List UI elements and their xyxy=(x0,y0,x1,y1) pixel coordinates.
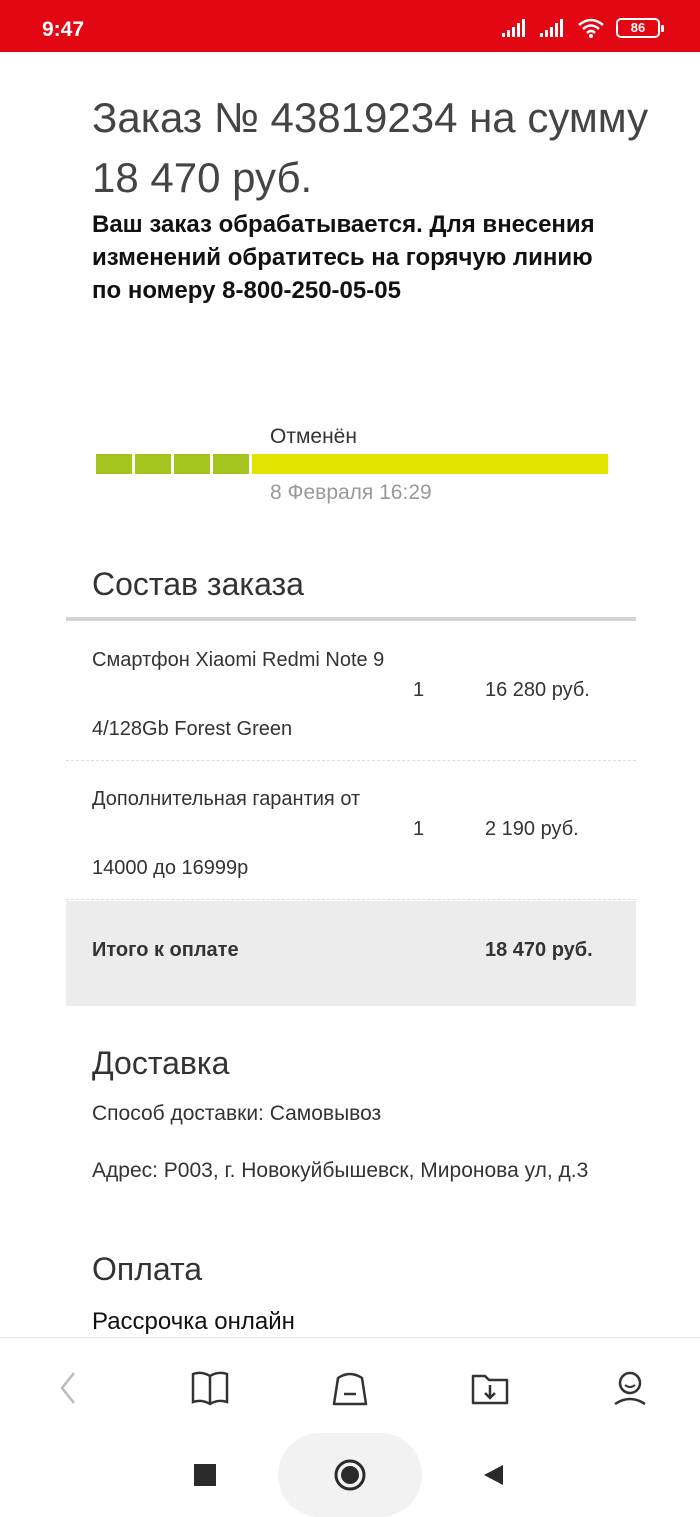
order-progress-bar xyxy=(96,454,608,474)
downloads-folder-icon[interactable] xyxy=(468,1366,512,1410)
order-note: Ваш заказ обрабатывается. Для внесения и… xyxy=(92,211,595,304)
total-label: Итого к оплате xyxy=(92,939,239,961)
order-status-date: 8 Февраля 16:29 xyxy=(270,481,432,504)
item-quantity: 1 xyxy=(413,818,425,840)
system-navigation xyxy=(0,1433,700,1517)
delivery-title: Доставка xyxy=(92,1045,230,1081)
cart-icon[interactable] xyxy=(328,1366,372,1410)
recent-apps-icon[interactable] xyxy=(190,1460,220,1490)
status-bar: 9:47 86 xyxy=(0,0,700,52)
signal-icon xyxy=(502,19,525,37)
composition-title: Состав заказа xyxy=(92,566,304,602)
home-icon[interactable] xyxy=(332,1457,368,1493)
order-item: Смартфон Xiaomi Redmi Note 9 4/128Gb For… xyxy=(66,623,636,761)
item-name: Смартфон Xiaomi Redmi Note 9 4/128Gb For… xyxy=(92,643,402,746)
item-name-line: 4/128Gb Forest Green xyxy=(92,718,293,740)
progress-segment xyxy=(135,454,171,474)
progress-segment xyxy=(96,454,132,474)
item-name-line: Дополнительная гарантия от xyxy=(92,788,361,810)
battery-indicator: 86 xyxy=(616,18,664,38)
item-price: 16 280 руб. xyxy=(485,679,590,701)
back-icon[interactable] xyxy=(46,1366,90,1410)
order-title: Заказ № 43819234 на сумму 18 470 руб. xyxy=(92,94,649,201)
signal-icon xyxy=(540,19,563,37)
payment-method: Рассрочка онлайн xyxy=(92,1308,295,1335)
section-divider xyxy=(66,617,636,621)
order-total-row: Итого к оплате 18 470 руб. xyxy=(66,901,636,1006)
item-name-line: 14000 до 16999р xyxy=(92,857,249,879)
delivery-method: Способ доставки: Самовывоз xyxy=(92,1102,382,1125)
payment-title: Оплата xyxy=(92,1251,203,1287)
progress-segment-current xyxy=(252,454,608,474)
delivery-address: Адрес: Р003, г. Новокуйбышевск, Миронова… xyxy=(92,1159,589,1182)
total-value: 18 470 руб. xyxy=(485,939,593,961)
wifi-icon xyxy=(578,18,604,38)
system-back-icon[interactable] xyxy=(478,1460,508,1490)
status-time: 9:47 xyxy=(42,18,85,41)
status-icons: 86 xyxy=(502,18,664,38)
progress-segment xyxy=(213,454,249,474)
item-name-line: Смартфон Xiaomi Redmi Note 9 xyxy=(92,649,385,671)
order-status-label: Отменён xyxy=(270,425,357,448)
order-page: Заказ № 43819234 на сумму 18 470 руб. Ва… xyxy=(0,52,700,1337)
item-name: Дополнительная гарантия от 14000 до 1699… xyxy=(92,782,402,885)
bottom-navigation xyxy=(0,1337,700,1433)
profile-icon[interactable] xyxy=(608,1366,652,1410)
order-item: Дополнительная гарантия от 14000 до 1699… xyxy=(66,762,636,900)
item-quantity: 1 xyxy=(413,679,425,701)
catalog-book-icon[interactable] xyxy=(188,1366,232,1410)
item-price: 2 190 руб. xyxy=(485,818,579,840)
progress-segment xyxy=(174,454,210,474)
